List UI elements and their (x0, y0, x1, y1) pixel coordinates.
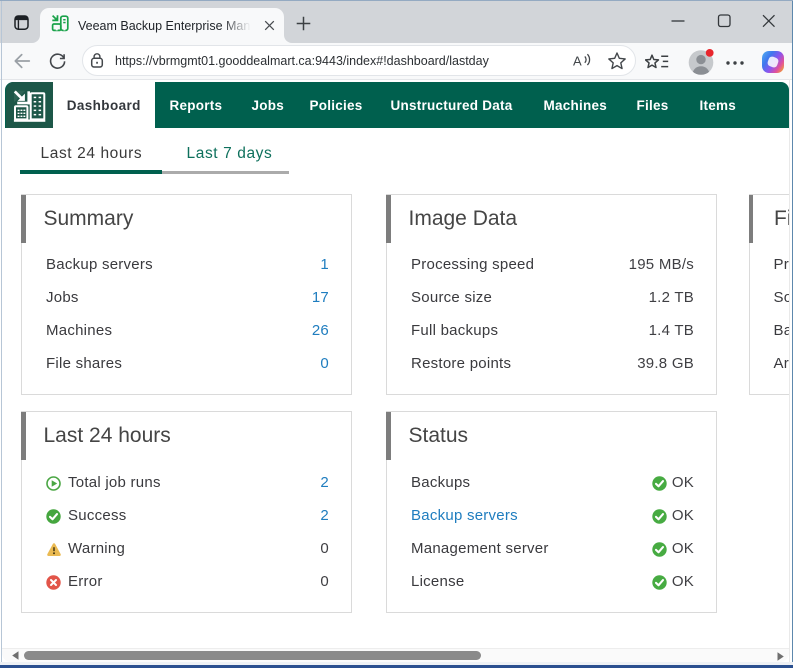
svg-text:A: A (573, 54, 582, 69)
